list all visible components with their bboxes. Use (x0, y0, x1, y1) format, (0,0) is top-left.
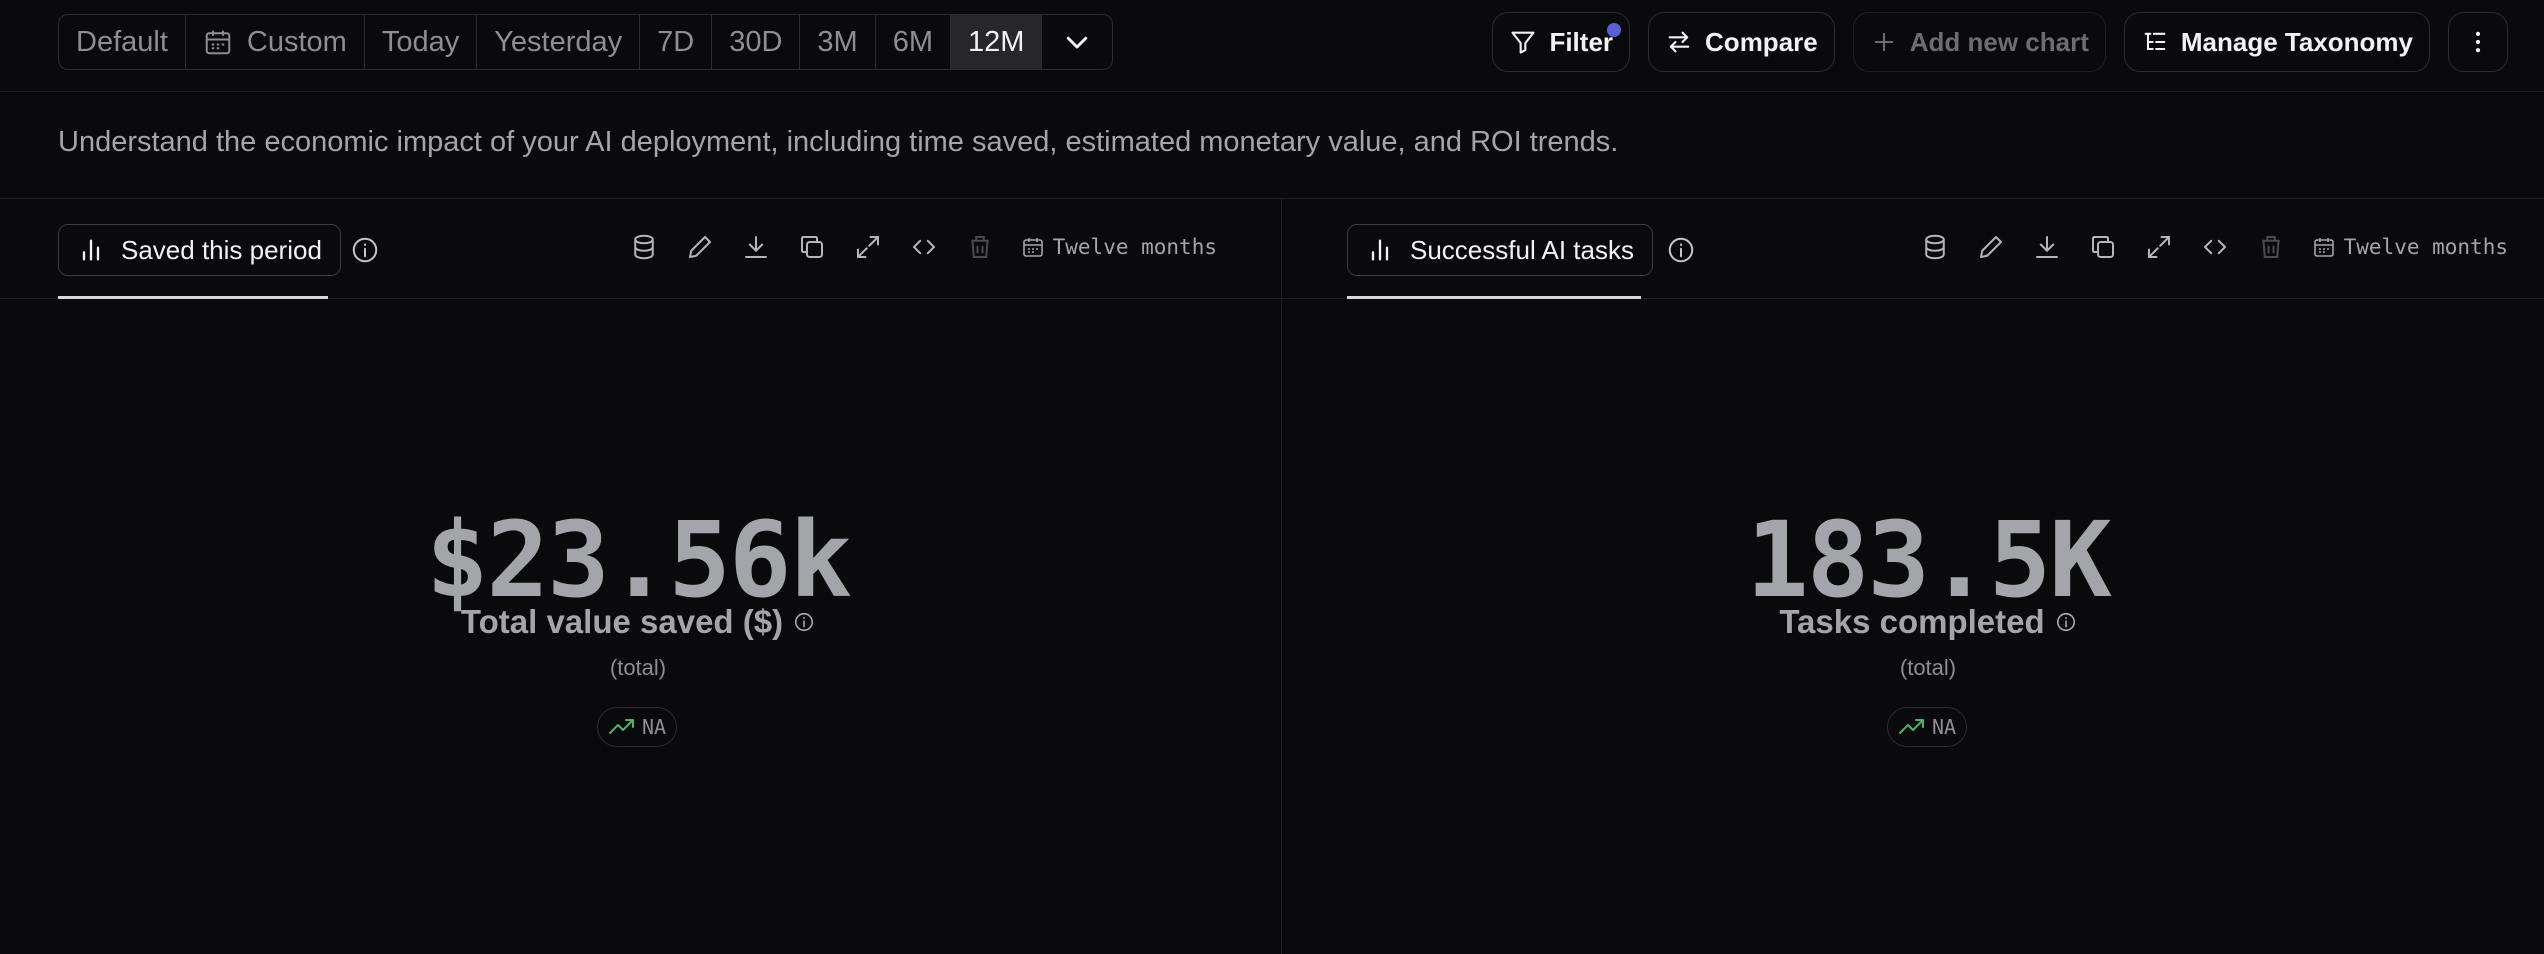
trend-value: NA (1932, 715, 1957, 739)
edit-pencil-icon[interactable] (685, 232, 715, 262)
metric-sub-label: (total) (609, 655, 667, 680)
active-tab-indicator (58, 296, 328, 299)
duplicate-icon[interactable] (2088, 232, 2118, 262)
add-new-chart-label: Add new chart (1909, 26, 2089, 57)
range-more-dropdown[interactable] (1042, 15, 1112, 69)
range-3m-label: 3M (817, 25, 858, 58)
download-icon[interactable] (2032, 232, 2062, 262)
range-custom-button[interactable]: Custom (186, 15, 365, 69)
range-today-button[interactable]: Today (365, 15, 478, 69)
range-yesterday-button[interactable]: Yesterday (477, 15, 641, 69)
chart-toolbar: Twelve months (629, 232, 1217, 262)
chart-tab-label: Saved this period (121, 234, 322, 265)
info-icon[interactable] (2055, 611, 2077, 633)
range-6m-label: 6M (892, 25, 933, 58)
expand-icon[interactable] (2144, 232, 2174, 262)
header-actions: Filter Compare Add new chart Manage Taxo… (1492, 12, 2508, 72)
download-icon[interactable] (741, 232, 771, 262)
chart-toolbar: Twelve months (1920, 232, 2508, 262)
compare-label: Compare (1705, 26, 1818, 57)
code-icon[interactable] (909, 232, 939, 262)
range-30d-label: 30D (729, 25, 783, 58)
range-default-label: Default (76, 25, 168, 58)
chevron-down-icon (1067, 36, 1088, 49)
chart-range-label[interactable]: Twelve months (2312, 235, 2508, 259)
trend-up-icon (609, 719, 634, 734)
filter-active-dot (1607, 23, 1622, 37)
range-custom-label: Custom (246, 25, 347, 58)
filter-label: Filter (1549, 26, 1614, 57)
chart-tab-saved-this-period[interactable]: Saved this period (58, 224, 341, 276)
plus-icon (1874, 32, 1893, 52)
trash-icon[interactable] (965, 232, 995, 262)
database-icon[interactable] (629, 232, 659, 262)
chart-range-text: Twelve months (2343, 235, 2508, 259)
chart-tab-label: Successful AI tasks (1410, 234, 1634, 265)
range-7d-button[interactable]: 7D (640, 15, 713, 69)
filter-icon (1511, 31, 1536, 54)
metric-sub-label: (total) (1899, 655, 1957, 680)
add-new-chart-button[interactable]: Add new chart (1852, 12, 2106, 72)
bar-chart-icon (82, 239, 100, 261)
chart-panel-saved: Saved this period Twelve months $23.56k … (0, 199, 1281, 954)
range-7d-label: 7D (657, 25, 695, 58)
info-icon[interactable] (350, 235, 380, 265)
range-12m-button[interactable]: 12M (951, 15, 1043, 69)
range-default-button[interactable]: Default (59, 15, 186, 69)
trend-value: NA (642, 715, 667, 739)
metric-label: Tasks completed (1282, 603, 2544, 641)
manage-taxonomy-button[interactable]: Manage Taxonomy (2123, 12, 2430, 72)
metric-label-text: Total value saved ($) (460, 603, 784, 640)
edit-pencil-icon[interactable] (1976, 232, 2006, 262)
duplicate-icon[interactable] (797, 232, 827, 262)
info-icon[interactable] (793, 611, 815, 633)
info-icon[interactable] (1666, 235, 1696, 265)
compare-button[interactable]: Compare (1648, 12, 1835, 72)
calendar-icon (2313, 238, 2334, 257)
range-30d-button[interactable]: 30D (712, 15, 801, 69)
range-3m-button[interactable]: 3M (800, 15, 876, 69)
chart-range-text: Twelve months (1052, 235, 1217, 259)
range-today-label: Today (381, 25, 460, 58)
taxonomy-icon (2144, 32, 2166, 51)
swap-arrows-icon (1668, 31, 1690, 53)
date-range-selector: Default Custom Today Yesterday 7D 30D 3M… (58, 14, 1114, 70)
filter-button[interactable]: Filter (1492, 12, 1631, 72)
trend-badge: NA (1887, 707, 1968, 747)
database-icon[interactable] (1920, 232, 1950, 262)
more-vertical-icon (2475, 31, 2481, 53)
chart-tab-successful-ai-tasks[interactable]: Successful AI tasks (1347, 224, 1653, 276)
expand-icon[interactable] (853, 232, 883, 262)
trash-icon[interactable] (2256, 232, 2286, 262)
active-tab-indicator (1347, 296, 1641, 299)
panel-header: Successful AI tasks Twelve months (1282, 199, 2544, 299)
range-12m-label: 12M (968, 25, 1025, 58)
chart-range-label[interactable]: Twelve months (1021, 235, 1217, 259)
range-6m-button[interactable]: 6M (876, 15, 951, 69)
trend-up-icon (1899, 719, 1924, 734)
chart-panel-tasks: Successful AI tasks Twelve months 183.5K… (1282, 199, 2544, 954)
more-options-button[interactable] (2448, 12, 2508, 72)
metric-label: Total value saved ($) (0, 603, 1276, 641)
bar-chart-icon (1371, 239, 1389, 261)
trend-badge: NA (597, 707, 678, 747)
manage-taxonomy-label: Manage Taxonomy (2180, 26, 2413, 57)
calendar-icon (1022, 238, 1043, 257)
calendar-icon (205, 30, 231, 55)
panel-header: Saved this period Twelve months (0, 199, 1281, 299)
metric-label-text: Tasks completed (1779, 603, 2045, 640)
top-bar: Default Custom Today Yesterday 7D 30D 3M… (0, 0, 2544, 92)
range-yesterday-label: Yesterday (494, 25, 623, 58)
code-icon[interactable] (2200, 232, 2230, 262)
page-description: Understand the economic impact of your A… (58, 126, 1619, 158)
